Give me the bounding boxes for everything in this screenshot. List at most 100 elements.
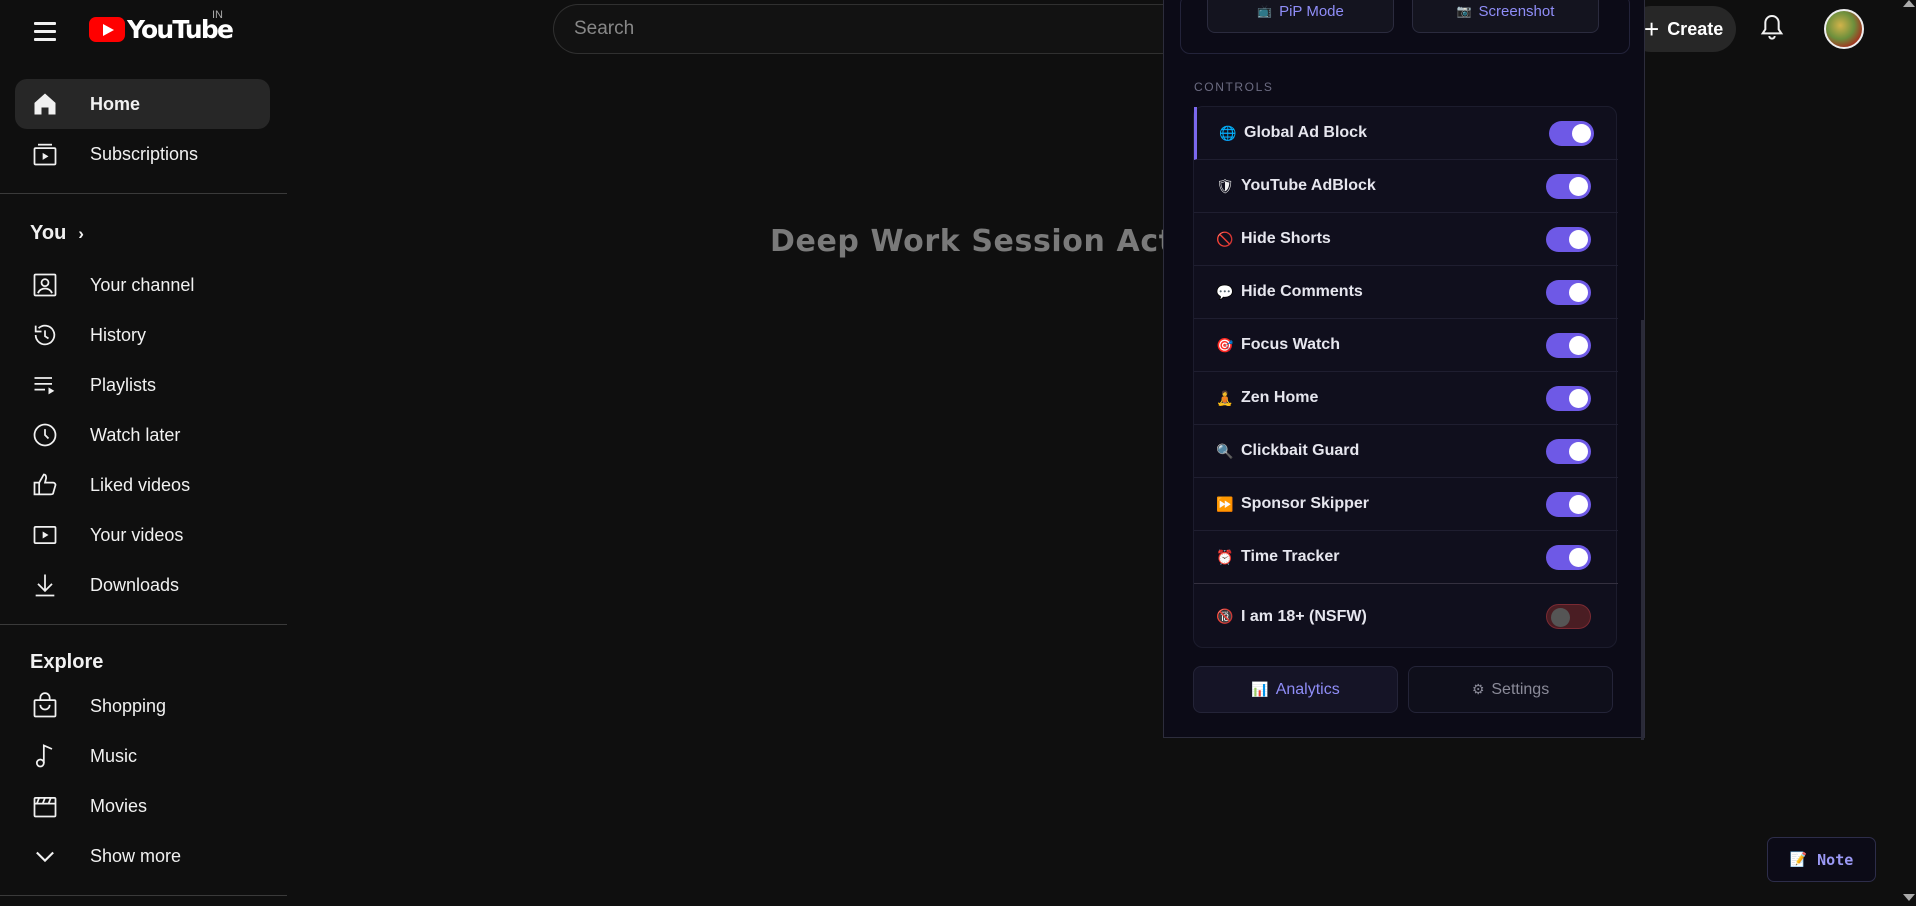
sidebar-item-label: Watch later xyxy=(90,424,181,445)
control-label: Global Ad Block xyxy=(1244,124,1367,141)
pip-mode-label: PiP Mode xyxy=(1279,2,1344,20)
download-icon xyxy=(30,570,60,600)
sidebar-item-movies[interactable]: Movies xyxy=(15,781,270,831)
toggle-knob xyxy=(1569,335,1588,355)
you-heading: You xyxy=(30,222,67,244)
sidebar-item-show-more[interactable]: Show more xyxy=(15,831,270,881)
clickbait-guard-toggle[interactable] xyxy=(1546,438,1591,464)
settings-label: Settings xyxy=(1491,680,1550,698)
sidebar-item-label: Liked videos xyxy=(90,474,191,495)
control-row-global-ad-block: 🌐 Global Ad Block xyxy=(1194,107,1618,160)
toggle-knob xyxy=(1569,547,1588,567)
youtube-play-icon xyxy=(89,16,125,42)
scroll-up-arrow-icon[interactable] xyxy=(1903,0,1915,7)
sidebar-item-label: Music xyxy=(90,745,138,766)
playlists-icon xyxy=(30,370,60,400)
sidebar-item-label: Show more xyxy=(90,845,182,866)
chevron-down-icon xyxy=(30,841,60,871)
control-row-time-tracker: ⏰ Time Tracker xyxy=(1194,531,1618,584)
nsfw-toggle[interactable] xyxy=(1546,604,1591,629)
clapperboard-icon xyxy=(30,791,60,821)
avatar[interactable] xyxy=(1824,9,1864,49)
explore-heading: Explore xyxy=(30,651,104,673)
sidebar-item-shopping[interactable]: Shopping xyxy=(15,681,270,731)
toggle-knob xyxy=(1569,441,1588,461)
notifications-bell-icon[interactable] xyxy=(1756,12,1788,44)
hamburger-menu-icon[interactable] xyxy=(26,12,62,48)
time-tracker-toggle[interactable] xyxy=(1546,544,1591,570)
sidebar-item-label: Shopping xyxy=(90,695,167,716)
control-row-focus-watch: 🎯 Focus Watch xyxy=(1194,319,1618,372)
sidebar-item-music[interactable]: Music xyxy=(15,731,270,781)
control-label: Clickbait Guard xyxy=(1241,442,1360,459)
divider xyxy=(0,895,287,896)
control-label: I am 18+ (NSFW) xyxy=(1241,607,1367,625)
sidebar-item-label: History xyxy=(90,324,147,345)
magnifier-icon: 🔍 xyxy=(1216,442,1234,459)
sidebar-item-history[interactable]: History xyxy=(15,310,270,360)
sidebar-item-label: Your channel xyxy=(90,274,195,295)
panel-scrollbar[interactable] xyxy=(1641,320,1644,740)
controls-list: 🌐 Global Ad Block 🛡 YouTube AdBlock 🚫 Hi… xyxy=(1193,106,1618,648)
pip-mode-button[interactable]: 📺 PiP Mode xyxy=(1207,0,1394,33)
control-label: Zen Home xyxy=(1241,389,1319,406)
sidebar-item-downloads[interactable]: Downloads xyxy=(15,560,270,610)
sidebar-item-label: Your videos xyxy=(90,524,184,545)
memo-icon: 📝 xyxy=(1789,851,1808,867)
channel-icon xyxy=(30,270,60,300)
control-row-zen-home: 🧘 Zen Home xyxy=(1194,372,1618,425)
thumbs-up-icon xyxy=(30,470,60,500)
toggle-knob xyxy=(1551,608,1570,627)
analytics-button[interactable]: 📊 Analytics xyxy=(1193,666,1398,713)
control-row-hide-shorts: 🚫 Hide Shorts xyxy=(1194,213,1618,266)
screenshot-button[interactable]: 📷 Screenshot xyxy=(1412,0,1599,33)
focus-watch-toggle[interactable] xyxy=(1546,332,1591,358)
fast-forward-icon: ⏩ xyxy=(1216,495,1234,512)
sidebar-item-subscriptions[interactable]: Subscriptions xyxy=(15,129,270,179)
analytics-label: Analytics xyxy=(1275,680,1340,698)
hide-comments-toggle[interactable] xyxy=(1546,279,1591,305)
note-label: Note xyxy=(1817,850,1854,869)
hide-shorts-toggle[interactable] xyxy=(1546,226,1591,252)
divider xyxy=(0,624,287,625)
speech-bubble-icon: 💬 xyxy=(1216,283,1234,300)
you-section-heading[interactable]: You › xyxy=(30,222,84,245)
search-input[interactable] xyxy=(554,5,1173,53)
chevron-right-icon: › xyxy=(78,223,84,243)
sidebar-item-label: Playlists xyxy=(90,374,157,395)
sidebar: Home Subscriptions You › Your channel Hi… xyxy=(0,56,287,906)
zen-home-toggle[interactable] xyxy=(1546,385,1591,411)
sidebar-item-liked-videos[interactable]: Liked videos xyxy=(15,460,270,510)
create-label: Create xyxy=(1667,18,1724,39)
sidebar-item-watch-later[interactable]: Watch later xyxy=(15,410,270,460)
youtube-logo[interactable]: YouTube IN xyxy=(89,9,234,44)
action-buttons-container: 📺 PiP Mode 📷 Screenshot xyxy=(1180,0,1630,54)
age-restriction-icon: 🔞 xyxy=(1216,608,1234,624)
control-row-nsfw: 🔞 I am 18+ (NSFW) xyxy=(1194,590,1618,643)
note-button[interactable]: 📝 Note xyxy=(1767,837,1876,882)
home-icon xyxy=(30,89,60,119)
global-ad-block-toggle[interactable] xyxy=(1549,120,1594,146)
toggle-knob xyxy=(1569,176,1588,196)
control-label: Sponsor Skipper xyxy=(1241,495,1370,512)
sidebar-item-home[interactable]: Home xyxy=(15,79,270,129)
settings-button[interactable]: ⚙ Settings xyxy=(1408,666,1613,713)
sidebar-item-playlists[interactable]: Playlists xyxy=(15,360,270,410)
toggle-knob xyxy=(1569,282,1588,302)
screenshot-label: Screenshot xyxy=(1478,2,1555,20)
control-label: Hide Comments xyxy=(1241,283,1363,300)
sidebar-item-your-channel[interactable]: Your channel xyxy=(15,260,270,310)
explore-section-heading: Explore xyxy=(30,651,103,674)
shield-icon: 🛡 xyxy=(1216,177,1234,194)
scroll-down-arrow-icon[interactable] xyxy=(1903,894,1915,901)
plus-icon: + xyxy=(1644,14,1660,44)
search-box xyxy=(553,4,1173,54)
control-row-clickbait-guard: 🔍 Clickbait Guard xyxy=(1194,425,1618,478)
tv-icon: 📺 xyxy=(1257,4,1273,18)
toggle-knob xyxy=(1569,229,1588,249)
youtube-adblock-toggle[interactable] xyxy=(1546,173,1591,199)
sponsor-skipper-toggle[interactable] xyxy=(1546,491,1591,517)
toggle-knob xyxy=(1569,388,1588,408)
control-label: Focus Watch xyxy=(1241,336,1340,353)
sidebar-item-your-videos[interactable]: Your videos xyxy=(15,510,270,560)
